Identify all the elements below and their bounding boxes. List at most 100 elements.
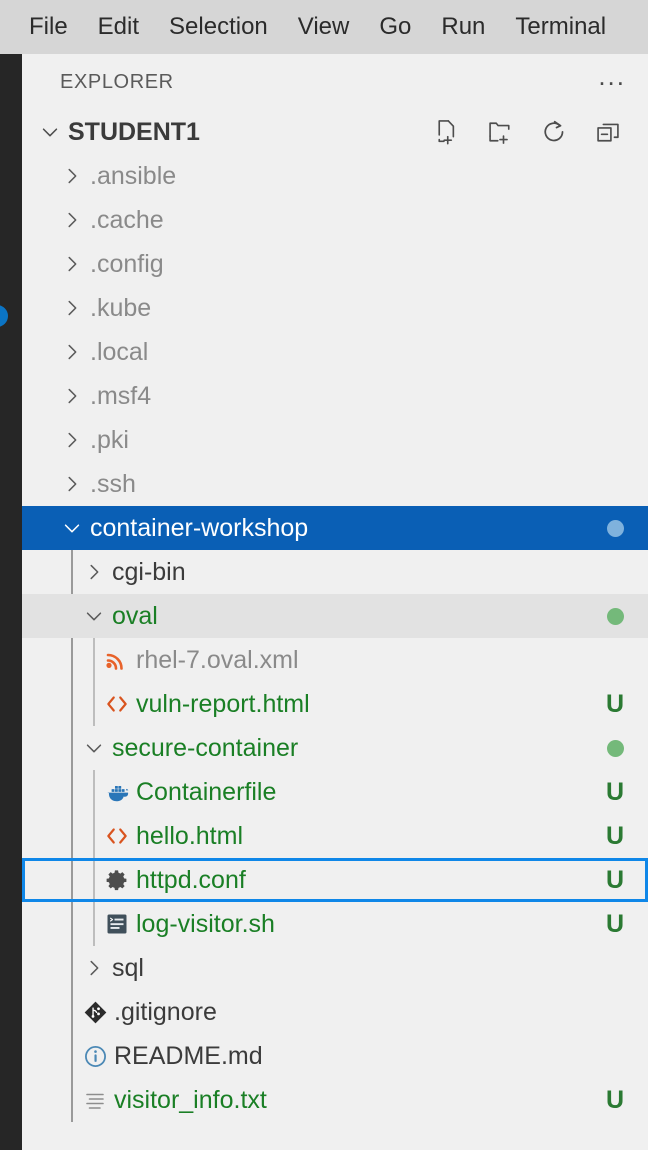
git-status-badge-slot: U bbox=[592, 866, 638, 895]
tree-folder-row[interactable]: .kube bbox=[22, 286, 648, 330]
tree-folder-row[interactable]: .local bbox=[22, 330, 648, 374]
tree-item-label: visitor_info.txt bbox=[110, 1088, 267, 1113]
menu-file[interactable]: File bbox=[14, 0, 83, 54]
explorer-header: EXPLORER ... bbox=[22, 54, 648, 110]
menu-terminal[interactable]: Terminal bbox=[500, 0, 621, 54]
refresh-icon[interactable] bbox=[540, 118, 568, 146]
status-badge: U bbox=[606, 910, 624, 939]
tree-item-label: cgi-bin bbox=[108, 560, 186, 585]
explorer-title: EXPLORER bbox=[60, 71, 598, 94]
tree-folder-row[interactable]: .ssh bbox=[22, 462, 648, 506]
tree-item-label: hello.html bbox=[132, 824, 243, 849]
tree-root-folder[interactable]: STUDENT1 bbox=[22, 110, 648, 154]
chevron-right-icon[interactable] bbox=[80, 946, 108, 990]
tree-folder-row[interactable]: cgi-bin bbox=[22, 550, 648, 594]
chevron-right-icon[interactable] bbox=[80, 550, 108, 594]
tree-item-label: .config bbox=[86, 252, 164, 277]
tree-file-row[interactable]: README.md bbox=[22, 1034, 648, 1078]
tree-item-label: container-workshop bbox=[86, 516, 308, 541]
tree-file-row[interactable]: hello.html U bbox=[22, 814, 648, 858]
tree-root-label: STUDENT1 bbox=[64, 120, 200, 145]
tree-folder-row[interactable]: .msf4 bbox=[22, 374, 648, 418]
more-actions-icon[interactable]: ... bbox=[598, 71, 626, 93]
chevron-down-icon[interactable] bbox=[58, 506, 86, 550]
collapse-all-icon[interactable] bbox=[594, 118, 622, 146]
tree-item-label: .ssh bbox=[86, 472, 136, 497]
status-badge: U bbox=[606, 1086, 624, 1115]
chevron-right-icon[interactable] bbox=[58, 154, 86, 198]
git-status-badge-slot: U bbox=[592, 822, 638, 851]
tree-file-row[interactable]: vuln-report.html U bbox=[22, 682, 648, 726]
tree-item-label: oval bbox=[108, 604, 158, 629]
tree-item-label: README.md bbox=[110, 1044, 263, 1069]
status-dot-badge bbox=[607, 520, 624, 537]
explorer-toolbar bbox=[432, 118, 638, 146]
menu-view[interactable]: View bbox=[283, 0, 365, 54]
tree-folder-row[interactable]: container-workshop bbox=[22, 506, 648, 550]
tree-item-label: vuln-report.html bbox=[132, 692, 310, 717]
status-dot-badge bbox=[607, 740, 624, 757]
menu-go[interactable]: Go bbox=[364, 0, 426, 54]
status-badge: U bbox=[606, 690, 624, 719]
gear-icon bbox=[102, 858, 132, 902]
chevron-right-icon[interactable] bbox=[58, 198, 86, 242]
tree-item-label: .local bbox=[86, 340, 148, 365]
tree-item-label: .cache bbox=[86, 208, 164, 233]
tree-file-row[interactable]: Containerfile U bbox=[22, 770, 648, 814]
menu-edit[interactable]: Edit bbox=[83, 0, 154, 54]
docker-icon bbox=[102, 770, 132, 814]
text-icon bbox=[80, 1078, 110, 1122]
chevron-down-icon[interactable] bbox=[36, 110, 64, 154]
menu-run[interactable]: Run bbox=[426, 0, 500, 54]
menu-bar: FileEditSelectionViewGoRunTerminal bbox=[0, 0, 648, 54]
html-icon bbox=[102, 682, 132, 726]
tree-folder-row[interactable]: .ansible bbox=[22, 154, 648, 198]
tree-folder-row[interactable]: .pki bbox=[22, 418, 648, 462]
new-folder-icon[interactable] bbox=[486, 118, 514, 146]
tree-file-row[interactable]: .gitignore bbox=[22, 990, 648, 1034]
tree-item-label: .msf4 bbox=[86, 384, 151, 409]
tree-file-row[interactable]: visitor_info.txt U bbox=[22, 1078, 648, 1122]
shell-icon bbox=[102, 902, 132, 946]
chevron-right-icon[interactable] bbox=[58, 462, 86, 506]
menu-selection[interactable]: Selection bbox=[154, 0, 283, 54]
activity-bar-badge bbox=[0, 305, 8, 327]
chevron-down-icon[interactable] bbox=[80, 594, 108, 638]
tree-file-row[interactable]: log-visitor.sh U bbox=[22, 902, 648, 946]
html-icon bbox=[102, 814, 132, 858]
tree-folder-row[interactable]: .config bbox=[22, 242, 648, 286]
tree-item-label: log-visitor.sh bbox=[132, 912, 275, 937]
tree-folder-row[interactable]: secure-container bbox=[22, 726, 648, 770]
chevron-right-icon[interactable] bbox=[58, 330, 86, 374]
info-icon bbox=[80, 1034, 110, 1078]
chevron-right-icon[interactable] bbox=[58, 242, 86, 286]
git-status-badge-slot bbox=[592, 608, 638, 625]
tree-item-label: .gitignore bbox=[110, 1000, 217, 1025]
status-badge: U bbox=[606, 866, 624, 895]
explorer-sidebar: EXPLORER ... STUDENT1 .ansible .cache .conf… bbox=[22, 54, 648, 1150]
chevron-right-icon[interactable] bbox=[58, 418, 86, 462]
xml-icon bbox=[102, 638, 132, 682]
chevron-right-icon[interactable] bbox=[58, 374, 86, 418]
chevron-right-icon[interactable] bbox=[58, 286, 86, 330]
tree-item-label: .kube bbox=[86, 296, 151, 321]
tree-folder-row[interactable]: .cache bbox=[22, 198, 648, 242]
tree-file-row[interactable]: rhel-7.oval.xml bbox=[22, 638, 648, 682]
git-status-badge-slot bbox=[592, 520, 638, 537]
tree-item-label: httpd.conf bbox=[132, 868, 246, 893]
activity-bar bbox=[0, 54, 22, 1150]
chevron-down-icon[interactable] bbox=[80, 726, 108, 770]
tree-file-row[interactable]: httpd.conf U bbox=[22, 858, 648, 902]
new-file-icon[interactable] bbox=[432, 118, 460, 146]
git-icon bbox=[80, 990, 110, 1034]
git-status-badge-slot: U bbox=[592, 1086, 638, 1115]
tree-item-label: .ansible bbox=[86, 164, 176, 189]
git-status-badge-slot bbox=[592, 740, 638, 757]
tree-item-label: .pki bbox=[86, 428, 129, 453]
tree-item-label: secure-container bbox=[108, 736, 298, 761]
tree-item-label: Containerfile bbox=[132, 780, 276, 805]
tree-folder-row[interactable]: oval bbox=[22, 594, 648, 638]
git-status-badge-slot: U bbox=[592, 910, 638, 939]
status-badge: U bbox=[606, 778, 624, 807]
tree-folder-row[interactable]: sql bbox=[22, 946, 648, 990]
